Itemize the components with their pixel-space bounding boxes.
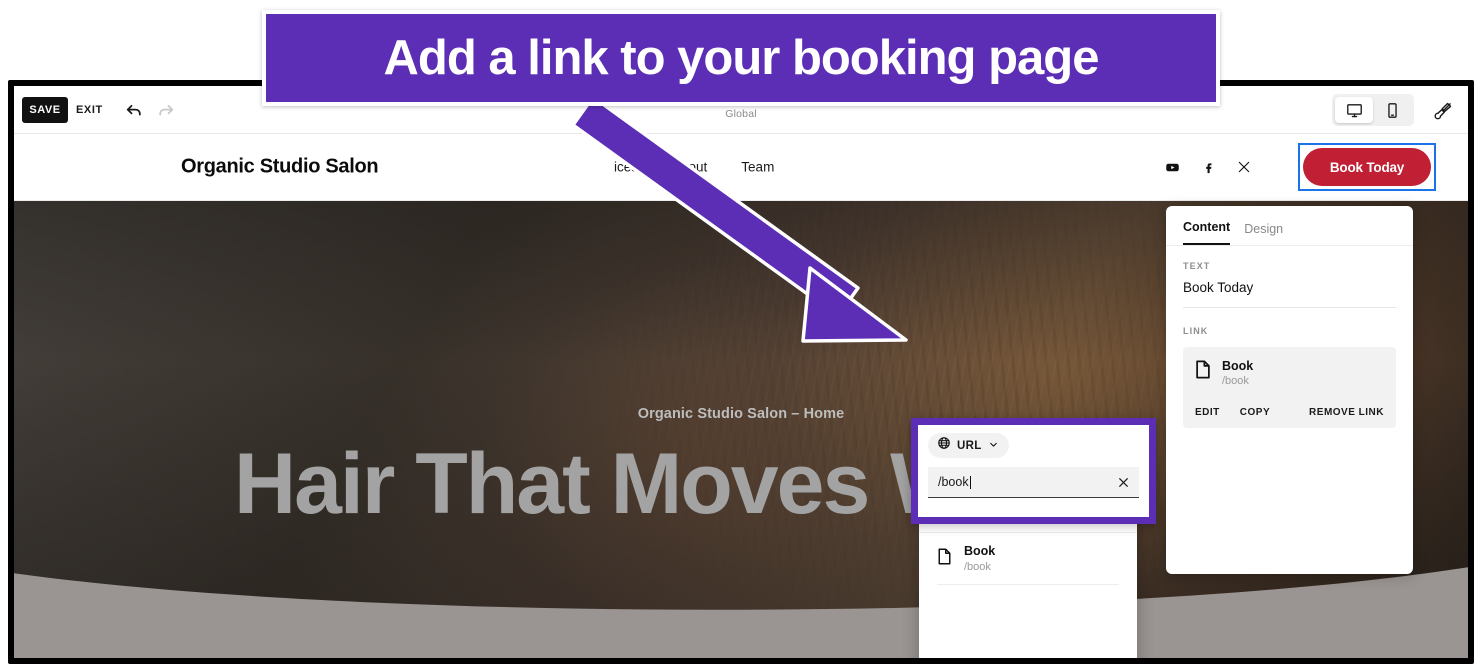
link-card: Book /book EDIT COPY REMOVE LINK (1183, 347, 1396, 429)
panel-body: TEXT Book Today LINK Book /book EDIT COP… (1166, 246, 1413, 429)
redo-arrow-icon[interactable] (154, 98, 178, 122)
editor-window-frame: SAVE EXIT Global Organic Studio Salon ic… (8, 80, 1474, 664)
text-field-value[interactable]: Book Today (1183, 280, 1396, 307)
undo-arrow-icon[interactable] (122, 98, 146, 122)
tab-content[interactable]: Content (1183, 220, 1231, 245)
desktop-monitor-icon[interactable] (1335, 97, 1373, 123)
list-item-url: /book (964, 560, 991, 573)
page-icon (937, 548, 952, 570)
link-type-label: URL (957, 439, 982, 452)
divider (1183, 307, 1396, 308)
nav-item-team[interactable]: Team (741, 160, 774, 175)
screenshot-root: SAVE EXIT Global Organic Studio Salon ic… (0, 0, 1482, 670)
book-today-button[interactable]: Book Today (1303, 148, 1431, 186)
nav-item-services[interactable]: ices (614, 160, 638, 175)
chevron-down-icon (988, 437, 999, 455)
copy-link-button[interactable]: COPY (1240, 407, 1270, 418)
element-settings-panel: Content Design TEXT Book Today LINK Book… (1166, 206, 1413, 574)
mobile-phone-icon[interactable] (1373, 97, 1411, 123)
url-input-popup: URL /book (911, 418, 1156, 524)
device-preview-toggle (1332, 94, 1414, 126)
site-header: Organic Studio Salon ices About Team Boo… (14, 134, 1468, 201)
link-card-top: Book /book (1195, 359, 1384, 387)
edit-link-button[interactable]: EDIT (1195, 407, 1220, 418)
youtube-icon[interactable] (1164, 159, 1180, 175)
editor-window: SAVE EXIT Global Organic Studio Salon ic… (14, 86, 1468, 658)
globe-icon (937, 436, 951, 455)
panel-tab-bar: Content Design (1166, 206, 1413, 246)
link-type-selector[interactable]: URL (928, 433, 1009, 458)
text-caret (969, 475, 971, 489)
cta-selection-outline: Book Today (1298, 143, 1436, 191)
link-card-url: /book (1222, 375, 1249, 388)
url-input-row: /book (928, 467, 1139, 498)
text-section-label: TEXT (1183, 261, 1211, 271)
link-section-label: LINK (1183, 326, 1209, 336)
url-input[interactable]: /book (938, 475, 1115, 489)
hero-title: Hair That Moves W (234, 436, 971, 532)
link-card-title: Book (1222, 359, 1254, 373)
site-logo[interactable]: Organic Studio Salon (181, 156, 379, 179)
social-links (1164, 159, 1252, 175)
save-button[interactable]: SAVE (22, 97, 68, 123)
list-item[interactable]: Book /book (919, 532, 1137, 583)
callout-text: Add a link to your booking page (383, 31, 1100, 85)
page-icon (1195, 360, 1211, 384)
link-card-actions: EDIT COPY REMOVE LINK (1195, 407, 1384, 418)
facebook-icon[interactable] (1200, 159, 1216, 175)
paintbrush-icon[interactable] (1430, 98, 1456, 124)
list-item-title: Book (964, 544, 996, 559)
site-nav: ices About Team (614, 160, 774, 175)
close-x-icon[interactable] (1115, 474, 1131, 490)
tab-design[interactable]: Design (1244, 222, 1283, 245)
nav-item-about[interactable]: About (672, 160, 707, 175)
callout-banner: Add a link to your booking page (262, 10, 1220, 106)
x-twitter-icon[interactable] (1236, 159, 1252, 175)
exit-button[interactable]: EXIT (76, 97, 103, 123)
divider (937, 583, 1119, 585)
remove-link-button[interactable]: REMOVE LINK (1309, 407, 1384, 418)
url-input-value: /book (938, 475, 969, 489)
